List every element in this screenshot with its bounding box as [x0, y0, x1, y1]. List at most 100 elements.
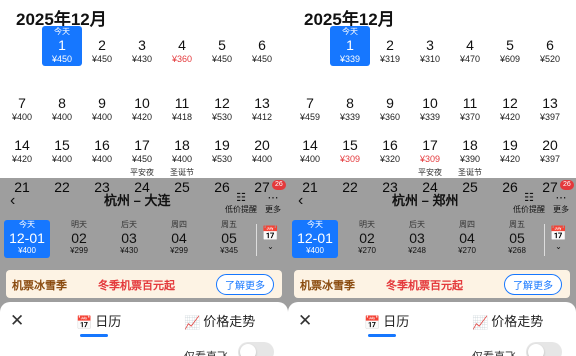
- date-strip-item[interactable]: 周五 05 ¥345: [206, 220, 252, 258]
- day-price: ¥450: [211, 54, 233, 64]
- tab-price-trend[interactable]: 📈 价格走势: [184, 314, 255, 334]
- calendar-day[interactable]: 20 ¥400: [242, 126, 282, 166]
- weekday-label: 周五: [221, 220, 237, 229]
- date-price: ¥400: [306, 246, 324, 255]
- learn-more-button[interactable]: 了解更多: [216, 274, 274, 295]
- bottom-sheet: ✕ 📅日历 📈价格走势 仅看直飞: [288, 302, 576, 356]
- day-number: 2: [386, 37, 394, 53]
- calendar-day[interactable]: 16 ¥320: [370, 126, 410, 166]
- close-icon[interactable]: ✕: [298, 312, 312, 330]
- calendar-day[interactable]: 今天 1 ¥450: [42, 26, 82, 66]
- calendar-day[interactable]: 19 ¥530: [202, 126, 242, 166]
- day-number: 20: [542, 137, 558, 153]
- date-number: 12-01: [297, 230, 333, 246]
- day-price: ¥400: [299, 154, 321, 164]
- calendar-icon[interactable]: 📅 ⌄: [544, 224, 572, 256]
- day-price: ¥319: [379, 54, 401, 64]
- close-icon[interactable]: ✕: [10, 312, 24, 330]
- calendar-day[interactable]: 14 ¥420: [2, 126, 42, 166]
- calendar-day[interactable]: 4 ¥360: [162, 26, 202, 66]
- calendar-day[interactable]: 14 ¥400: [290, 126, 330, 166]
- day-price: ¥309: [339, 154, 361, 164]
- date-strip-item[interactable]: 周四 04 ¥270: [444, 220, 490, 258]
- calendar-day[interactable]: 6 ¥520: [530, 26, 570, 66]
- calendar-day[interactable]: 2 ¥450: [82, 26, 122, 66]
- active-tab-indicator: [80, 334, 108, 337]
- day-price: ¥412: [251, 112, 273, 122]
- promo-banner[interactable]: 机票冰雪季 冬季机票百元起 了解更多: [294, 270, 570, 298]
- calendar-day[interactable]: 8 ¥400: [42, 84, 82, 124]
- calendar-day[interactable]: 18 ¥400: [162, 126, 202, 166]
- date-strip-item[interactable]: 周四 04 ¥299: [156, 220, 202, 258]
- calendar-day[interactable]: 8 ¥339: [330, 84, 370, 124]
- more-button[interactable]: ⋯ 更多: [254, 192, 288, 215]
- calendar-day[interactable]: 15 ¥309: [330, 126, 370, 166]
- tab-price-trend[interactable]: 📈 价格走势: [472, 314, 543, 334]
- more-dots-icon: ⋯: [555, 192, 567, 204]
- calendar-day[interactable]: 17 ¥450: [122, 126, 162, 166]
- calendar-day[interactable]: 13 ¥412: [242, 84, 282, 124]
- calendar-panel-left: 2025年12月 今天 1 ¥450 2 ¥450 3 ¥430 4 ¥360 5 ¥450 6 ¥45…: [0, 0, 288, 356]
- calendar-day[interactable]: 9 ¥360: [370, 84, 410, 124]
- day-number: 10: [134, 95, 150, 111]
- tab-calendar[interactable]: 📅 日历: [364, 314, 409, 334]
- direct-only-toggle[interactable]: [238, 342, 274, 356]
- day-price: ¥339: [419, 112, 441, 122]
- calendar-day[interactable]: 4 ¥470: [450, 26, 490, 66]
- calendar-day[interactable]: 7 ¥400: [2, 84, 42, 124]
- calendar-day[interactable]: 12 ¥530: [202, 84, 242, 124]
- back-icon[interactable]: ‹: [298, 192, 303, 210]
- date-strip-item[interactable]: 后天 03 ¥248: [394, 220, 440, 258]
- date-price: ¥248: [408, 246, 426, 255]
- date-number: 12-01: [9, 230, 45, 246]
- date-strip-item[interactable]: 周五 05 ¥268: [494, 220, 540, 258]
- promo-banner[interactable]: 机票冰雪季 冬季机票百元起 了解更多: [6, 270, 282, 298]
- calendar-day[interactable]: 20 ¥397: [530, 126, 570, 166]
- calendar-day[interactable]: 5 ¥450: [202, 26, 242, 66]
- calendar-icon[interactable]: 📅 ⌄: [256, 224, 284, 256]
- day-number: 1: [58, 37, 66, 53]
- date-strip-item[interactable]: 明天 02 ¥299: [56, 220, 102, 258]
- calendar-day[interactable]: 今天 1 ¥339: [330, 26, 370, 66]
- date-price: ¥299: [170, 246, 188, 255]
- learn-more-button[interactable]: 了解更多: [504, 274, 562, 295]
- calendar-day[interactable]: 10 ¥339: [410, 84, 450, 124]
- calendar-day[interactable]: 9 ¥400: [82, 84, 122, 124]
- day-price: ¥339: [339, 54, 361, 64]
- day-price: ¥400: [91, 154, 113, 164]
- date-strip-item[interactable]: 今天 12-01 ¥400: [4, 220, 50, 258]
- day-price: ¥420: [499, 112, 521, 122]
- calendar-day[interactable]: 11 ¥418: [162, 84, 202, 124]
- date-number: 05: [221, 230, 237, 246]
- calendar-day[interactable]: 15 ¥400: [42, 126, 82, 166]
- route-title[interactable]: 杭州 – 大连: [104, 190, 170, 209]
- back-icon[interactable]: ‹: [10, 192, 15, 210]
- more-button[interactable]: ⋯ 更多: [542, 192, 576, 215]
- calendar-day[interactable]: 7 ¥459: [290, 84, 330, 124]
- calendar-day[interactable]: 19 ¥420: [490, 126, 530, 166]
- calendar-day[interactable]: 12 ¥420: [490, 84, 530, 124]
- day-number: 18: [462, 137, 478, 153]
- date-strip-item[interactable]: 明天 02 ¥270: [344, 220, 390, 258]
- calendar-day[interactable]: 16 ¥400: [82, 126, 122, 166]
- calendar-day[interactable]: 3 ¥310: [410, 26, 450, 66]
- calendar-day[interactable]: 2 ¥319: [370, 26, 410, 66]
- day-price: ¥400: [51, 154, 73, 164]
- day-number: 16: [382, 137, 398, 153]
- day-number: 17: [422, 137, 438, 153]
- day-number: 19: [214, 137, 230, 153]
- date-strip-item[interactable]: 今天 12-01 ¥400: [292, 220, 338, 258]
- date-strip-item[interactable]: 后天 03 ¥430: [106, 220, 152, 258]
- calendar-day[interactable]: 18 ¥390: [450, 126, 490, 166]
- route-title[interactable]: 杭州 – 郑州: [392, 190, 458, 209]
- calendar-day[interactable]: 13 ¥397: [530, 84, 570, 124]
- calendar-day[interactable]: 10 ¥420: [122, 84, 162, 124]
- calendar-day[interactable]: 17 ¥309: [410, 126, 450, 166]
- day-number: 12: [214, 95, 230, 111]
- calendar-day[interactable]: 3 ¥430: [122, 26, 162, 66]
- direct-only-toggle[interactable]: [526, 342, 562, 356]
- tab-calendar[interactable]: 📅 日历: [76, 314, 121, 334]
- calendar-day[interactable]: 11 ¥370: [450, 84, 490, 124]
- calendar-day[interactable]: 5 ¥609: [490, 26, 530, 66]
- calendar-day[interactable]: 6 ¥450: [242, 26, 282, 66]
